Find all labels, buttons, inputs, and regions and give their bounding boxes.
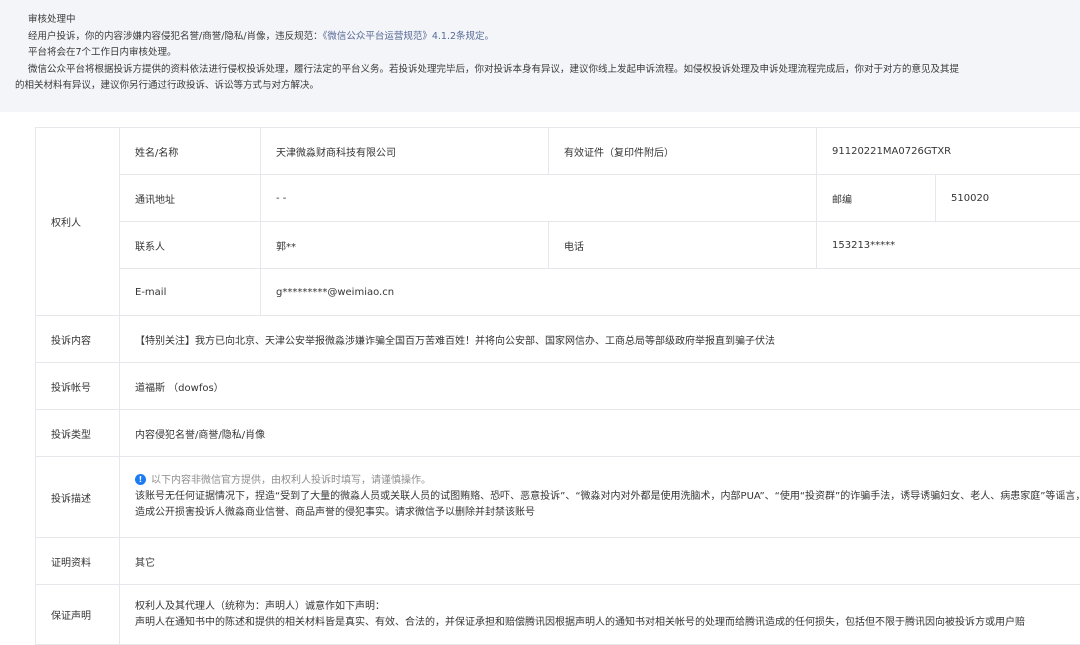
phone-value: 153213***** <box>817 222 1080 269</box>
table-row: 投诉类型 内容侵犯名誉/商誉/隐私/肖像 <box>36 410 1080 457</box>
proof-value: 其它 <box>120 538 1080 585</box>
table-row: E-mail g*********@weimiao.cn <box>36 269 1080 316</box>
notice-line-1: 经用户投诉，你的内容涉嫌内容侵犯名誉/商誉/隐私/肖像，违反规范：《微信公众平台… <box>28 29 1080 46</box>
notice-line-4: 的相关材料有异议，建议你另行通过行政投诉、诉讼等方式与对方解决。 <box>0 78 1080 95</box>
table-row: 证明资料 其它 <box>36 538 1080 585</box>
notice-line-1-text: 经用户投诉，你的内容涉嫌内容侵犯名誉/商誉/隐私/肖像，违反规范： <box>28 31 323 42</box>
review-notice: ! 审核处理中 经用户投诉，你的内容涉嫌内容侵犯名誉/商誉/隐私/肖像，违反规范… <box>0 0 1080 112</box>
statement-line-1: 权利人及其代理人（统称为：声明人）诚意作如下声明： <box>135 599 1080 615</box>
address-value: - - <box>261 175 817 222</box>
name-label: 姓名/名称 <box>120 128 261 175</box>
desc-label: 投诉描述 <box>36 457 120 538</box>
status-text: 审核处理中 <box>28 14 76 25</box>
id-value: 91120221MA0726GTXR <box>817 128 1080 175</box>
name-value: 天津微淼财商科技有限公司 <box>261 128 549 175</box>
rules-link[interactable]: 《微信公众平台运营规范》4.1.2条规定。 <box>323 31 494 42</box>
proof-label: 证明资料 <box>36 538 120 585</box>
notice-line-2: 平台将会在7个工作日内审核处理。 <box>28 45 1080 62</box>
table-row: 投诉描述 ! 以下内容非微信官方提供，由权利人投诉时填写，请谨慎操作。 该账号无… <box>36 457 1080 538</box>
complaint-content-label: 投诉内容 <box>36 316 120 363</box>
contact-value: 郭** <box>261 222 549 269</box>
table-row: 投诉内容 【特别关注】我方已向北京、天津公安举报微淼涉嫌诈骗全国百万苦难百姓！并… <box>36 316 1080 363</box>
table-row: 投诉帐号 道福斯 （dowfos） <box>36 363 1080 410</box>
address-label: 通讯地址 <box>120 175 261 222</box>
rights-holder-label: 权利人 <box>36 128 120 316</box>
id-label: 有效证件（复印件附后） <box>549 128 817 175</box>
email-value: g*********@weimiao.cn <box>261 269 1080 316</box>
type-value: 内容侵犯名誉/商誉/隐私/肖像 <box>120 410 1080 457</box>
table-row: 权利人 姓名/名称 天津微淼财商科技有限公司 有效证件（复印件附后） 91120… <box>36 128 1080 175</box>
complaint-content-value: 【特别关注】我方已向北京、天津公安举报微淼涉嫌诈骗全国百万苦难百姓！并将向公安部… <box>120 316 1080 363</box>
info-icon: ! <box>135 474 146 485</box>
statement-line-2: 声明人在通知书中的陈述和提供的相关材料皆是真实、有效、合法的，并保证承担和赔偿腾… <box>135 615 1080 631</box>
desc-tip-text: 以下内容非微信官方提供，由权利人投诉时填写，请谨慎操作。 <box>151 475 431 486</box>
account-value: 道福斯 （dowfos） <box>120 363 1080 410</box>
notice-line-3: 微信公众平台将根据投诉方提供的资料依法进行侵权投诉处理，履行法定的平台义务。若投… <box>28 62 1080 79</box>
phone-label: 电话 <box>549 222 817 269</box>
email-label: E-mail <box>120 269 261 316</box>
statement-label: 保证声明 <box>36 585 120 645</box>
type-label: 投诉类型 <box>36 410 120 457</box>
table-row: 通讯地址 - - 邮编 510020 <box>36 175 1080 222</box>
statement-cell: 权利人及其代理人（统称为：声明人）诚意作如下声明： 声明人在通知书中的陈述和提供… <box>120 585 1080 645</box>
status-row: ! 审核处理中 <box>28 12 1080 29</box>
postcode-label: 邮编 <box>817 175 936 222</box>
account-label: 投诉帐号 <box>36 363 120 410</box>
complaint-detail-table: 权利人 姓名/名称 天津微淼财商科技有限公司 有效证件（复印件附后） 91120… <box>35 127 1080 645</box>
table-row: 联系人 郭** 电话 153213***** <box>36 222 1080 269</box>
postcode-value: 510020 <box>936 175 1080 222</box>
table-row: 保证声明 权利人及其代理人（统称为：声明人）诚意作如下声明： 声明人在通知书中的… <box>36 585 1080 645</box>
desc-cell: ! 以下内容非微信官方提供，由权利人投诉时填写，请谨慎操作。 该账号无任何证据情… <box>120 457 1080 538</box>
desc-value: 该账号无任何证据情况下，捏造“受到了大量的微淼人员或关联人员的试图贿赂、恐吓、恶… <box>135 489 1080 521</box>
desc-tip: ! 以下内容非微信官方提供，由权利人投诉时填写，请谨慎操作。 <box>135 473 1080 489</box>
contact-label: 联系人 <box>120 222 261 269</box>
